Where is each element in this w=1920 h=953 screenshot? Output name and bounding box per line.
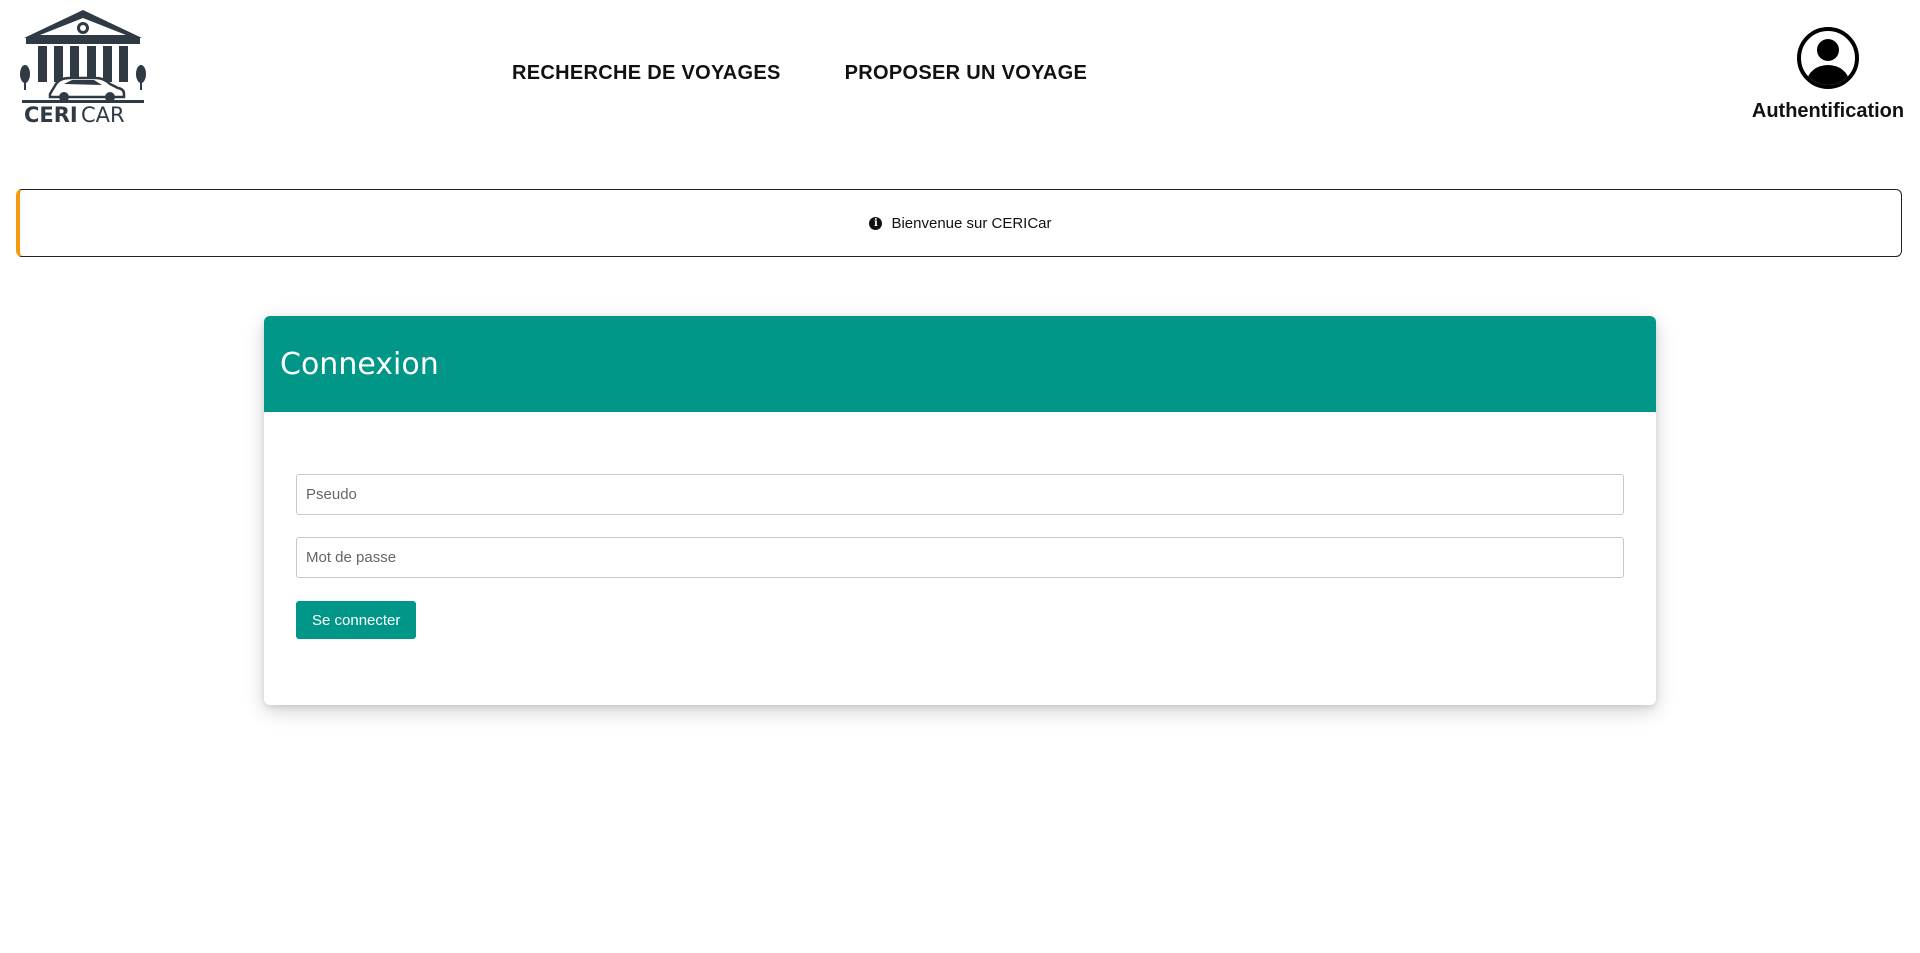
svg-text:CERI: CERI: [24, 103, 78, 123]
site-header: CERI CAR RECHERCHE DE VOYAGES PROPOSER U…: [0, 0, 1920, 170]
login-button[interactable]: Se connecter: [296, 601, 417, 639]
cericar-logo[interactable]: CERI CAR: [16, 8, 150, 123]
nav-item-proposer-un-voyage[interactable]: PROPOSER UN VOYAGE: [845, 62, 1088, 85]
login-card: Connexion Se connecter: [264, 316, 1656, 705]
auth-label: Authentification: [1751, 100, 1905, 122]
welcome-alert: i Bienvenue sur CERICar: [16, 189, 1902, 257]
auth-link[interactable]: Authentification: [1748, 26, 1908, 123]
username-input[interactable]: [296, 474, 1624, 515]
main-nav: RECHERCHE DE VOYAGES PROPOSER UN VOYAGE: [512, 62, 1087, 85]
building-with-car-icon: CERI CAR: [20, 10, 146, 123]
alert-message: Bienvenue sur CERICar: [891, 214, 1052, 232]
login-form: Se connecter: [264, 412, 1656, 639]
svg-text:CAR: CAR: [81, 103, 125, 123]
info-circle-icon: i: [869, 216, 883, 230]
login-card-header: Connexion: [264, 316, 1656, 412]
user-circle-icon: [1796, 26, 1860, 90]
password-input[interactable]: [296, 537, 1624, 578]
login-title: Connexion: [280, 346, 439, 382]
nav-item-recherche-de-voyages[interactable]: RECHERCHE DE VOYAGES: [512, 62, 781, 85]
